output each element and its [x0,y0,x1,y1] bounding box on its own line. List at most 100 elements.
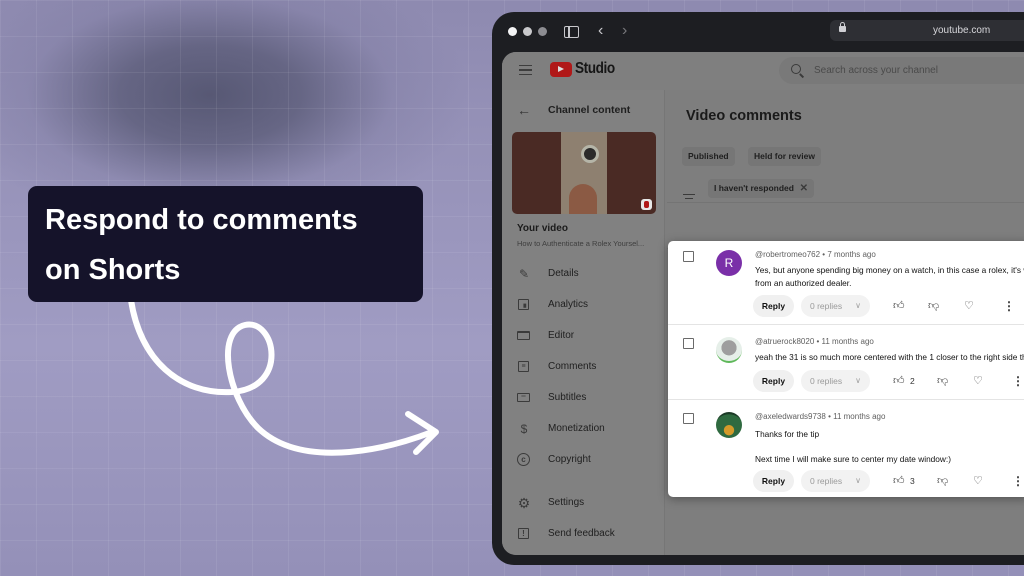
sidebar-item-label: Monetization [548,423,605,434]
callout-line-2: on Shorts [45,254,181,286]
sidebar-item-editor[interactable]: Editor [517,328,657,346]
close-icon[interactable]: ✕ [800,179,808,198]
sidebar-item-comments[interactable]: ≡ Comments [517,359,657,377]
callout-banner: Respond to comments on Shorts [28,186,423,302]
tab-held-for-review[interactable]: Held for review [748,147,821,166]
comment-checkbox[interactable] [683,413,694,424]
heart-icon[interactable]: ♡ [973,374,983,388]
search-icon [791,64,801,74]
video-title[interactable]: How to Authenticate a Rolex Yoursel... [517,239,644,248]
chevron-left-icon[interactable]: ‹ [598,22,603,40]
replies-dropdown[interactable]: 0 replies ∨ [801,295,870,317]
chevron-down-icon: ∨ [855,376,861,385]
avatar[interactable] [716,412,742,438]
like-count: 3 [910,476,915,486]
comment-meta: @axeledwards9738 • 11 months ago [755,412,886,421]
comment-author[interactable]: @robertromeo762 [755,250,820,259]
divider [667,202,1024,203]
more-options-icon[interactable]: ⋮ [1012,474,1024,488]
replies-label: 0 replies [810,301,843,311]
avatar[interactable]: R [716,250,742,276]
chevron-down-icon: ∨ [855,476,861,485]
sidebar-item-send-feedback[interactable]: ! Send feedback [517,526,657,544]
comment-time: 11 months ago [833,412,886,421]
comments-card: R @robertromeo762 • 7 months ago Yes, bu… [668,241,1024,497]
gear-icon: ⚙ [517,495,531,511]
page-title: Video comments [686,108,802,124]
back-label[interactable]: Channel content [548,104,630,116]
thumbs-up-icon[interactable]: 👍︎ [893,474,905,488]
filter-chip-label: I haven't responded [714,183,794,193]
search-input[interactable]: Search across your channel [779,57,1024,84]
thumbnail-watch [581,145,599,163]
comment-item: @axeledwards9738 • 11 months ago Thanks … [668,400,1024,497]
search-placeholder: Search across your channel [814,65,938,76]
thumbs-up-icon[interactable]: 👍︎ [893,374,905,388]
like-count: 2 [910,376,915,386]
reply-button[interactable]: Reply [753,370,794,392]
copyright-icon: c [517,453,530,466]
callout-line-1: Respond to comments [45,204,358,236]
sidebar-item-monetization[interactable]: $ Monetization [517,421,657,439]
comment-meta: @atruerock8020 • 11 months ago [755,337,874,346]
replies-label: 0 replies [810,476,843,486]
filter-icon[interactable] [683,194,695,205]
studio-brand[interactable]: Studio [575,60,615,78]
comment-item: @atruerock8020 • 11 months ago yeah the … [668,325,1024,400]
chevron-right-icon[interactable]: › [622,22,627,40]
sidebar-item-settings[interactable]: ⚙ Settings [517,495,657,513]
thumbs-down-icon[interactable]: 👎︎ [928,299,939,313]
heart-icon[interactable]: ♡ [973,474,983,488]
menu-icon[interactable] [519,65,532,75]
comment-text-line: yeah the 31 is so much more centered wit… [755,352,1024,362]
replies-dropdown[interactable]: 0 replies ∨ [801,370,870,392]
avatar[interactable] [716,337,742,363]
sidebar-item-label: Editor [548,330,575,341]
thumbs-up-icon[interactable]: 👍︎ [893,299,905,313]
more-options-icon[interactable]: ⋮ [1012,374,1024,388]
sidebar-item-analytics[interactable]: ▗ Analytics [517,297,657,315]
comment-text-line: from an authorized dealer. [755,278,852,288]
comment-text-line: Thanks for the tip [755,429,820,439]
window-zoom-button[interactable] [538,27,547,36]
reply-button[interactable]: Reply [753,295,794,317]
thumbnail-person [569,184,597,214]
comment-time: 11 months ago [821,337,874,346]
sidebar-item-label: Analytics [548,299,589,310]
youtube-logo-icon[interactable] [550,62,572,77]
sidebar-item-label: Settings [548,497,585,508]
arrow-left-icon[interactable]: ← [517,102,531,118]
comment-meta: @robertromeo762 • 7 months ago [755,250,876,259]
sidebar-item-label: Details [548,268,579,279]
comment-author[interactable]: @axeledwards9738 [755,412,826,421]
address-bar[interactable]: youtube.com [830,20,1024,41]
window-minimize-button[interactable] [523,27,532,36]
analytics-icon: ▗ [518,299,529,310]
comment-checkbox[interactable] [683,338,694,349]
sidebar-item-label: Comments [548,361,597,372]
your-video-heading: Your video [517,223,568,234]
comment-text-line: Yes, but anyone spending big money on a … [755,265,1024,275]
browser-titlebar: ‹ › youtube.com [492,12,1024,50]
sidebar-item-label: Copyright [548,454,591,465]
sidebar-item-copyright[interactable]: c Copyright [517,452,657,470]
sidebar-item-subtitles[interactable]: ═ Subtitles [517,390,657,408]
comment-author[interactable]: @atruerock8020 [755,337,814,346]
heart-icon[interactable]: ♡ [964,299,974,313]
filter-chip-not-responded[interactable]: I haven't responded ✕ [708,179,814,198]
thumbs-down-icon[interactable]: 👎︎ [937,474,948,488]
tab-published[interactable]: Published [682,147,735,166]
feedback-icon: ! [518,528,529,539]
window-close-button[interactable] [508,27,517,36]
sidebar-item-details[interactable]: ✎ Details [517,266,657,284]
video-thumbnail[interactable] [512,132,656,214]
thumbs-down-icon[interactable]: 👎︎ [937,374,948,388]
studio-header: Studio Search across your channel [502,52,1024,90]
reply-button[interactable]: Reply [753,470,794,492]
comment-time: 7 months ago [827,250,876,259]
replies-dropdown[interactable]: 0 replies ∨ [801,470,870,492]
more-options-icon[interactable]: ⋮ [1003,299,1015,313]
sidebar-toggle-icon[interactable] [564,26,579,38]
pencil-icon: ✎ [518,267,530,281]
comment-checkbox[interactable] [683,251,694,262]
